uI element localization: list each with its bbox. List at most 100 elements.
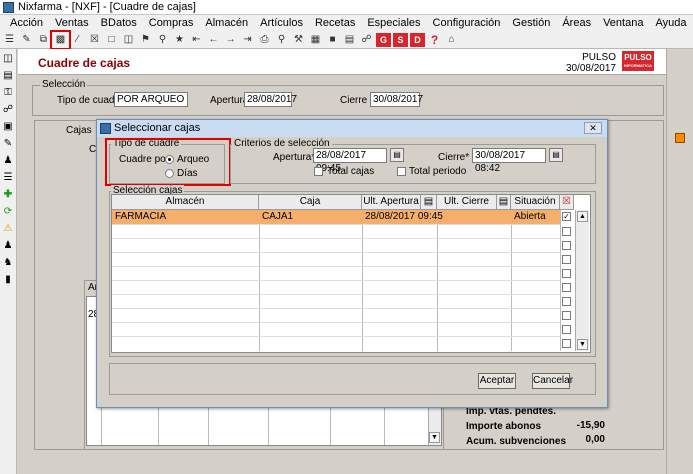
total-periodo-checkbox[interactable] — [397, 167, 406, 176]
apertura-field[interactable]: 28/08/2017 — [244, 92, 297, 107]
tools-icon[interactable]: ⚒ — [291, 33, 306, 47]
pos-icon[interactable]: ◫ — [2, 53, 14, 65]
delete-icon[interactable]: ☒ — [87, 33, 102, 47]
menu-articulos[interactable]: Artículos — [254, 15, 309, 31]
row-checkbox[interactable] — [562, 339, 571, 348]
print-icon[interactable]: ⎙ — [257, 33, 272, 47]
box-icon[interactable]: ▣ — [2, 121, 14, 133]
menu-compras[interactable]: Compras — [143, 15, 200, 31]
edit-icon[interactable]: ✎ — [19, 33, 34, 47]
importe-abonos-label: Importe abonos — [466, 421, 542, 432]
grid-icon[interactable]: ▦ — [308, 33, 323, 47]
register-icon[interactable]: ▤ — [2, 70, 14, 82]
tipo-cuadre-highlight — [105, 138, 231, 186]
menu-ventas[interactable]: Ventas — [49, 15, 95, 31]
row-checkbox[interactable] — [562, 311, 571, 320]
total-cajas-checkbox[interactable] — [314, 167, 323, 176]
menu-especiales[interactable]: Especiales — [361, 15, 426, 31]
group-icon[interactable]: ♞ — [2, 257, 14, 269]
dialog-close-button[interactable]: ✕ — [584, 122, 602, 134]
col-ult-apertura-header[interactable]: Ult. Apertura — [362, 195, 421, 210]
menu-areas[interactable]: Áreas — [556, 15, 597, 31]
col-ult-apertura-calendar-icon[interactable]: ▤ — [421, 195, 437, 210]
menu-bdatos[interactable]: BDatos — [95, 15, 143, 31]
cajas-grid-scrollbar[interactable] — [575, 210, 589, 351]
home-icon[interactable]: ⌂ — [444, 33, 459, 47]
left-toolbar: ◫ ▤ ⚿ ☍ ▣ ✎ ♟ ☰ ✚ ⟳ ⚠ ♟ ♞ ▮ — [0, 49, 17, 474]
users-icon[interactable]: ♟ — [2, 155, 14, 167]
row-checkbox[interactable] — [562, 255, 571, 264]
dialog-apertura-field[interactable]: 28/08/2017 09:45 — [313, 148, 387, 174]
slash-icon[interactable]: ⁄ — [70, 33, 85, 47]
last-record-icon[interactable]: ⇥ — [240, 33, 255, 47]
menu-ayuda[interactable]: Ayuda — [649, 15, 692, 31]
cierre-field[interactable]: 30/08/2017 — [370, 92, 423, 107]
col-ult-cierre-calendar-icon[interactable]: ▤ — [497, 195, 511, 210]
document-icon[interactable]: □ — [104, 33, 119, 47]
d-button[interactable]: D — [410, 32, 425, 47]
previous-record-icon[interactable]: ← — [206, 33, 221, 47]
scroll-down-icon[interactable]: ▼ — [577, 339, 588, 350]
row-checkbox[interactable] — [562, 269, 571, 278]
stop-icon[interactable]: ■ — [325, 33, 340, 47]
table-row[interactable] — [112, 210, 560, 224]
tipo-cuadre-field[interactable]: POR ARQUEO — [114, 92, 188, 107]
next-record-icon[interactable]: → — [223, 33, 238, 47]
s-button[interactable]: S — [393, 32, 408, 47]
row-checkbox[interactable] — [562, 297, 571, 306]
col-ult-cierre-header[interactable]: Ult. Cierre — [437, 195, 497, 210]
cart-icon[interactable]: ☍ — [359, 33, 374, 47]
first-record-icon[interactable]: ⇤ — [189, 33, 204, 47]
col-situacion-header[interactable]: Situación — [511, 195, 560, 210]
page-icon[interactable]: ◫ — [121, 33, 136, 47]
dialog-title: Seleccionar cajas — [114, 122, 201, 134]
stack-icon[interactable]: ☰ — [2, 172, 14, 184]
help-button[interactable]: ? — [427, 33, 442, 47]
scroll-up-icon[interactable]: ▲ — [577, 211, 588, 222]
seleccion-label: Selección — [40, 79, 88, 90]
cajas-tab-label[interactable]: Cajas — [66, 124, 92, 137]
menu-gestion[interactable]: Gestión — [506, 15, 556, 31]
dialog-cierre-field[interactable]: 30/08/2017 08:42 — [472, 148, 546, 174]
col-almacen-header[interactable]: Almacén — [112, 195, 259, 210]
refresh-icon[interactable]: ⟳ — [2, 206, 14, 218]
calendar-icon[interactable]: ▤ — [342, 33, 357, 47]
pencil-icon[interactable]: ✎ — [2, 138, 14, 150]
menu-ventana[interactable]: Ventana — [597, 15, 649, 31]
cierre-label: Cierre — [340, 95, 368, 106]
star-icon[interactable]: ★ — [172, 33, 187, 47]
row-checkbox[interactable] — [562, 325, 571, 334]
tag-icon[interactable]: ⚑ — [138, 33, 153, 47]
apertura-calendar-icon[interactable]: ▤ — [390, 148, 404, 162]
row-checkbox[interactable] — [562, 241, 571, 250]
menu-recetas[interactable]: Recetas — [309, 15, 361, 31]
people-icon[interactable]: ♟ — [2, 240, 14, 252]
g-button[interactable]: G — [376, 32, 391, 47]
warning-icon[interactable]: ⚠ — [2, 223, 14, 235]
plus-icon[interactable]: ✚ — [2, 189, 14, 201]
menu-almacen[interactable]: Almacén — [199, 15, 254, 31]
preview-icon[interactable]: ⚲ — [274, 33, 289, 47]
delete-selection-icon[interactable]: ☒ — [560, 195, 574, 210]
copy-icon[interactable]: ⧉ — [36, 33, 51, 47]
cancelar-button[interactable]: Cancelar — [532, 373, 573, 389]
list-icon[interactable]: ☰ — [2, 33, 17, 47]
col-caja-header[interactable]: Caja — [259, 195, 362, 210]
cierre-calendar-icon[interactable]: ▤ — [549, 148, 563, 162]
orange-marker-icon[interactable] — [675, 133, 685, 143]
row-checkbox[interactable] — [562, 283, 571, 292]
row-checkbox[interactable] — [562, 227, 571, 236]
total-cajas-label: Total cajas — [327, 166, 375, 177]
background-scroll-down-icon[interactable]: ▼ — [429, 432, 440, 443]
title-bar: Nixfarma - [NXF] - [Cuadre de cajas] — [0, 0, 693, 15]
select-boxes-icon[interactable]: ▩ — [50, 29, 71, 50]
search-icon[interactable]: ⚲ — [155, 33, 170, 47]
cart-icon[interactable]: ☍ — [2, 104, 14, 116]
menu-accion[interactable]: Acción — [4, 15, 49, 31]
pulso-logo: PULSO INFORMATICA — [622, 51, 654, 71]
aceptar-button[interactable]: Aceptar — [478, 373, 516, 389]
menu-configuracion[interactable]: Configuración — [427, 15, 507, 31]
row-checkbox[interactable]: ✓ — [562, 212, 571, 221]
barcode-icon[interactable]: ▮ — [2, 274, 14, 286]
key-icon[interactable]: ⚿ — [2, 87, 14, 99]
